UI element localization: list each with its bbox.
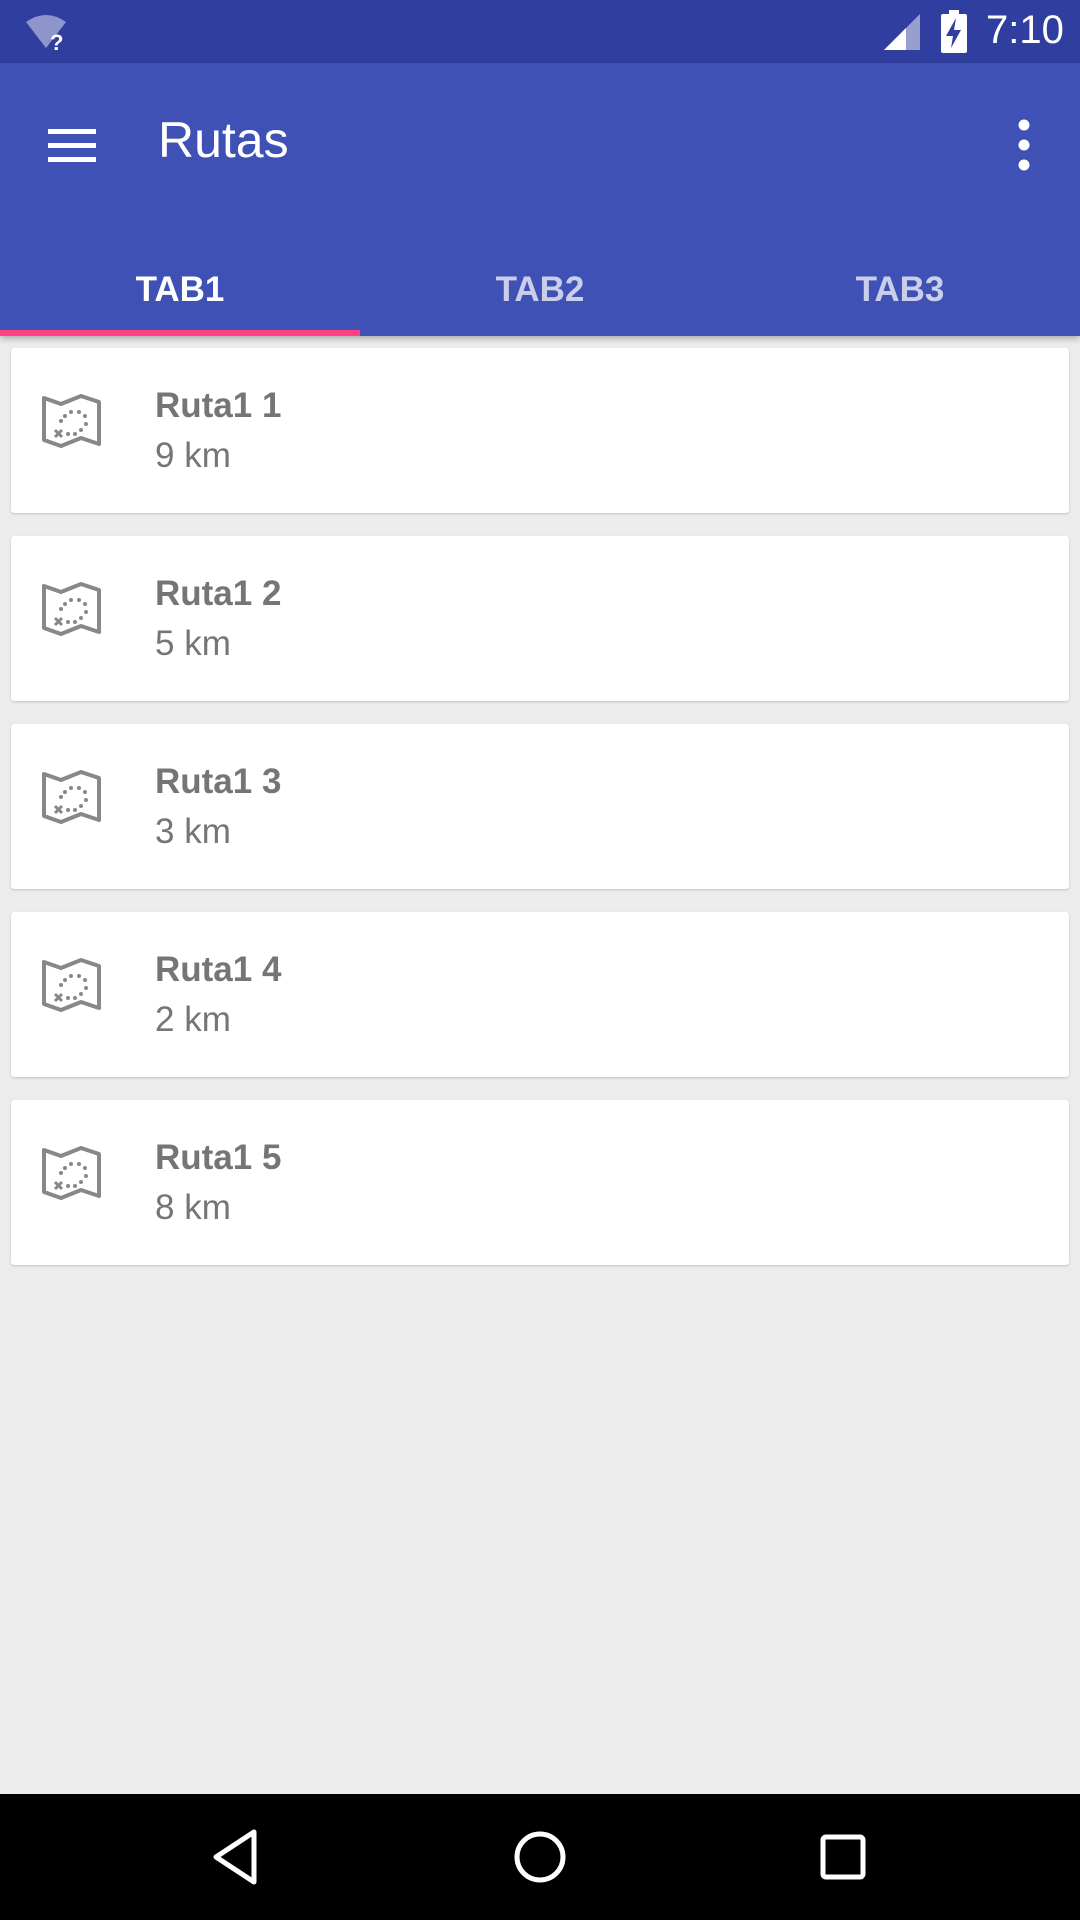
map-icon	[42, 582, 101, 636]
back-icon[interactable]	[202, 1822, 272, 1892]
tab-2[interactable]: TAB2	[360, 244, 720, 336]
page-title: Rutas	[158, 112, 289, 168]
map-icon	[42, 958, 101, 1012]
route-distance: 8 km	[155, 1188, 231, 1227]
route-card[interactable]: Ruta1 2 5 km	[11, 536, 1069, 701]
route-distance: 9 km	[155, 436, 231, 475]
route-card[interactable]: Ruta1 5 8 km	[11, 1100, 1069, 1265]
tab-indicator	[0, 330, 360, 336]
route-list: Ruta1 1 9 km Ruta1 2 5 km Ruta1 3 3 km R…	[11, 348, 1069, 1288]
map-icon	[42, 1146, 101, 1200]
route-name: Ruta1 4	[155, 950, 282, 989]
map-icon	[42, 770, 101, 824]
app-bar: Rutas TAB1 TAB2 TAB3	[0, 63, 1080, 336]
status-bar: ? 7:10	[0, 0, 1080, 63]
route-name: Ruta1 5	[155, 1138, 282, 1177]
tab-3[interactable]: TAB3	[720, 244, 1080, 336]
menu-icon[interactable]	[44, 117, 100, 173]
route-card[interactable]: Ruta1 1 9 km	[11, 348, 1069, 513]
home-icon[interactable]	[505, 1822, 575, 1892]
status-time: 7:10	[986, 8, 1064, 52]
wifi-unknown-icon: ?	[26, 15, 66, 52]
system-nav-bar	[0, 1794, 1080, 1920]
recents-icon[interactable]	[808, 1822, 878, 1892]
route-card[interactable]: Ruta1 3 3 km	[11, 724, 1069, 889]
battery-charging-icon	[941, 10, 967, 53]
route-name: Ruta1 2	[155, 574, 282, 613]
route-distance: 2 km	[155, 1000, 231, 1039]
route-distance: 3 km	[155, 812, 231, 851]
route-distance: 5 km	[155, 624, 231, 663]
tab-1[interactable]: TAB1	[0, 244, 360, 336]
tab-bar: TAB1 TAB2 TAB3	[0, 244, 1080, 336]
route-name: Ruta1 1	[155, 386, 282, 425]
signal-icon	[884, 14, 920, 50]
route-name: Ruta1 3	[155, 762, 282, 801]
map-icon	[42, 394, 101, 448]
overflow-menu-icon[interactable]	[1000, 113, 1048, 177]
route-card[interactable]: Ruta1 4 2 km	[11, 912, 1069, 1077]
svg-text:?: ?	[50, 30, 63, 52]
